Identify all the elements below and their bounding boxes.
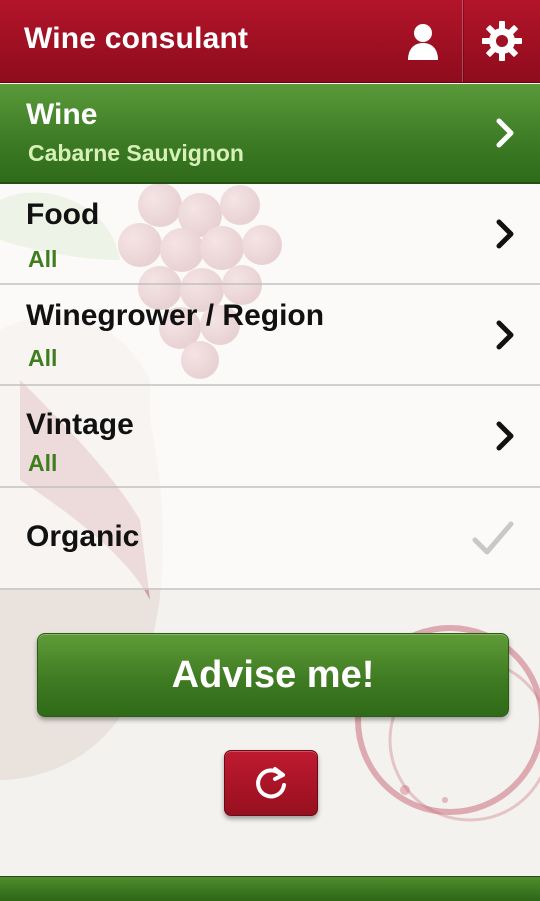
app-header: Wine consulant: [0, 0, 540, 83]
chevron-right-icon: [496, 118, 514, 148]
settings-button[interactable]: [462, 0, 540, 82]
row-organic[interactable]: Organic: [0, 488, 540, 590]
row-label: Food: [26, 198, 100, 231]
row-value: All: [28, 450, 58, 476]
row-value: Cabarne Sauvignon: [28, 140, 244, 166]
footer-bar: [0, 876, 540, 901]
row-winegrower-region[interactable]: Winegrower / Region All: [0, 285, 540, 386]
gear-icon: [482, 21, 522, 61]
row-label: Winegrower / Region: [26, 299, 325, 332]
user-icon: [408, 24, 438, 60]
row-label: Vintage: [26, 408, 134, 441]
row-vintage[interactable]: Vintage All: [0, 386, 540, 488]
row-wine[interactable]: Wine Cabarne Sauvignon: [0, 84, 540, 184]
row-value: All: [28, 246, 58, 272]
row-value: All: [28, 345, 58, 371]
user-button[interactable]: [384, 0, 462, 82]
refresh-icon: [256, 767, 286, 799]
chevron-right-icon: [496, 320, 514, 349]
app-title: Wine consulant: [24, 22, 249, 55]
row-food[interactable]: Food All: [0, 184, 540, 285]
checkmark-icon[interactable]: [472, 520, 514, 556]
reset-button[interactable]: [224, 750, 318, 816]
chevron-right-icon: [496, 219, 514, 248]
chevron-right-icon: [496, 421, 514, 451]
advise-me-button[interactable]: Advise me!: [37, 633, 509, 717]
row-label: Organic: [26, 520, 140, 553]
row-label: Wine: [26, 98, 98, 131]
